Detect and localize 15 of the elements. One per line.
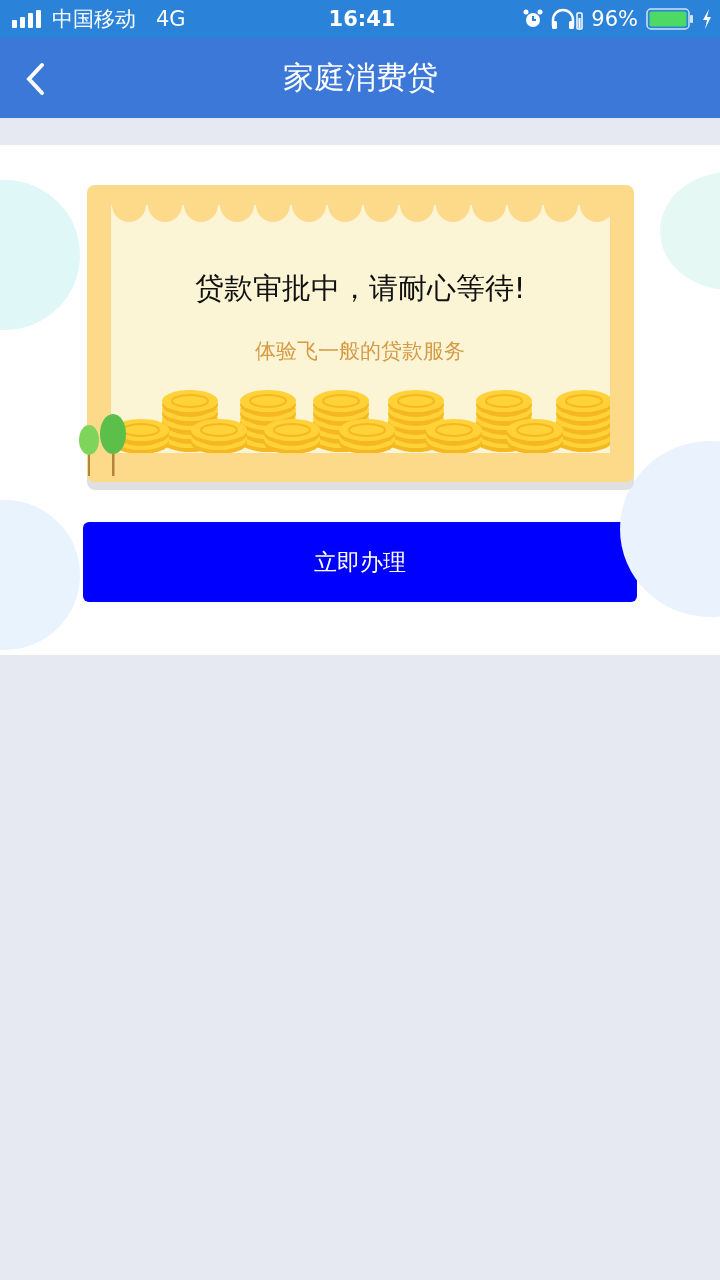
page-title: 家庭消费贷: [282, 58, 438, 97]
alarm-clock-icon: [523, 9, 544, 29]
back-icon[interactable]: [24, 62, 46, 96]
charging-bolt-icon: [702, 9, 712, 29]
tree-drawing: [77, 414, 128, 478]
headphones-icon: [551, 8, 584, 30]
clock-time: 16:41: [328, 7, 396, 31]
battery-percent: 96%: [591, 7, 638, 31]
banner-subtitle: 体验飞一般的贷款服务: [255, 338, 465, 365]
banner-title: 贷款审批中，请耐心等待!: [194, 270, 526, 307]
apply-now-button[interactable]: 立即办理: [83, 522, 637, 602]
carrier-name: 中国移动: [52, 6, 136, 33]
signal-icon: [12, 10, 44, 28]
battery-icon: [646, 8, 694, 30]
network-type: 4G: [156, 7, 186, 31]
